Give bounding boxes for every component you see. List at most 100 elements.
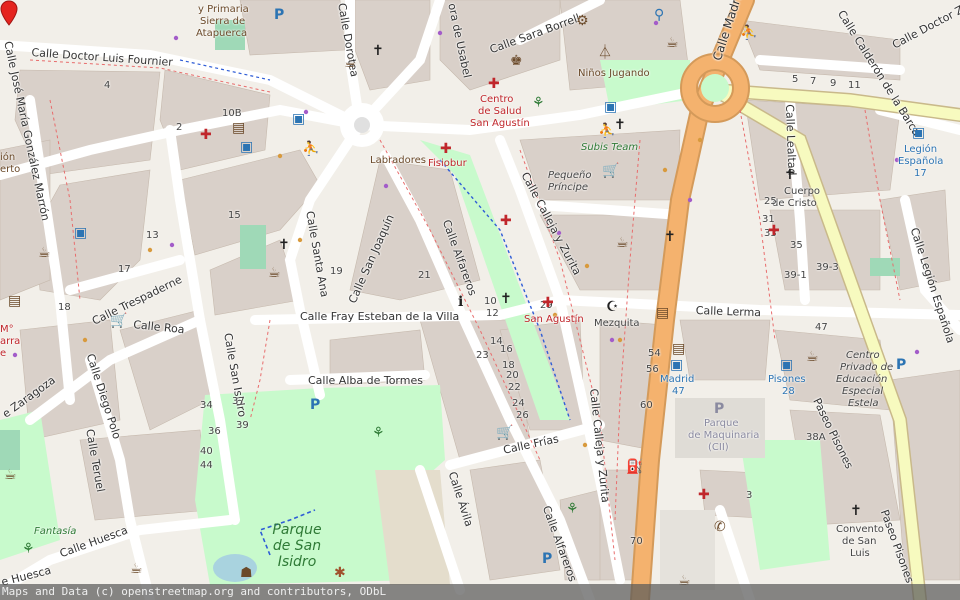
poi-label: San Agustín [470,118,530,129]
shop-icon[interactable]: 🛒 [602,164,619,178]
poi-label: Centro [846,350,880,361]
fuel-station-icon[interactable]: ⛽ [626,460,643,474]
cafe-icon[interactable]: ☕ [130,562,143,576]
playground-icon[interactable]: ⚘ [22,542,35,556]
parking-icon[interactable]: P [542,552,552,566]
shop-icon[interactable]: 🛒 [110,314,127,328]
house-number: 39 [236,420,249,431]
bus-stop-icon[interactable]: ▣ [670,358,683,372]
hospital-icon[interactable]: ✚ [200,128,212,142]
poi-label: Fisiobur [428,158,467,169]
parking-icon[interactable]: P [274,8,284,22]
playground-icon[interactable]: ⚘ [372,426,385,440]
poi-label: Sierra de [200,16,246,27]
poi-label: y Primaria [198,4,249,15]
mosque-icon[interactable]: ☪ [606,300,619,314]
bicycle-icon[interactable]: ⚲ [654,8,664,22]
information-icon[interactable]: i [458,295,463,309]
house-number: 24 [512,398,525,409]
church-icon[interactable]: ✝ [500,292,512,306]
viewpoint-icon[interactable]: ⚙ [576,14,589,28]
hospital-icon[interactable]: ✚ [698,488,710,502]
parking-icon[interactable]: P [310,398,320,412]
house-number: 40 [200,446,213,457]
hospital-icon[interactable]: ✚ [768,224,780,238]
fitness-icon[interactable]: ⛹ [740,26,757,40]
fitness-icon[interactable]: ⛹ [598,124,615,138]
bank-icon[interactable]: ▤ [232,121,245,135]
map-attribution[interactable]: Maps and Data (c) openstreetmap.org and … [0,584,960,600]
church-icon[interactable]: ✝ [278,238,290,252]
poi-label: Niños Jugando [578,68,650,79]
hospital-icon[interactable]: ✚ [440,142,452,156]
hospital-icon[interactable]: ✚ [542,296,554,310]
poi-label: Estela [848,398,879,409]
poi-label: arra [0,336,21,347]
house-number: 44 [200,460,213,471]
house-number: 23 [476,350,489,361]
location-pin-icon[interactable] [0,0,18,26]
museum-icon[interactable]: ⏃ [598,46,612,60]
poi-label: ión [0,152,16,163]
theatre-icon[interactable]: ♚ [510,54,523,68]
street-label: Calle Lealtad [783,104,799,176]
park-name-line: Isidro [277,554,317,570]
cafe-icon[interactable]: ☕ [344,56,357,70]
bus-stop-icon[interactable]: ▣ [912,126,925,140]
poi-label: e [0,348,7,359]
poi-label: Pequeño [548,170,592,181]
bus-stop-icon[interactable]: ▣ [780,358,793,372]
cafe-icon[interactable]: ☕ [268,266,281,280]
house-number: 20 [506,370,519,381]
park-name-line: de San [272,538,322,554]
poi-label: Legión [904,144,938,155]
tree-icon[interactable]: ✱ [334,566,346,580]
church-icon[interactable]: ✝ [372,44,384,58]
poi-label: Pisones [768,374,806,385]
cafe-icon[interactable]: ☕ [38,246,51,260]
picnic-icon[interactable]: ☗ [240,566,253,580]
poi-label: Príncipe [548,182,589,193]
bank-icon[interactable]: ▤ [656,306,669,320]
fitness-icon[interactable]: ⛹ [302,142,319,156]
playground-icon[interactable]: ⚘ [532,96,545,110]
house-number: 9 [830,78,837,89]
poi-label: 17 [914,168,927,179]
hospital-icon[interactable]: ✚ [500,214,512,228]
poi-label: de Cristo [772,198,817,209]
house-number: 19 [330,266,343,277]
playground-icon[interactable]: ⚘ [566,502,579,516]
shop-icon[interactable]: 🛒 [496,426,513,440]
cafe-icon[interactable]: ☕ [666,36,679,50]
house-number: 15 [228,210,241,221]
hospital-icon[interactable]: ✚ [488,77,500,91]
house-number: 39-3 [816,262,839,273]
bank-icon[interactable]: ▤ [672,342,685,356]
bus-stop-icon[interactable]: ▣ [604,100,617,114]
cafe-icon[interactable]: ☕ [616,236,629,250]
poi-label: Convento [836,524,884,535]
poi-label: Especial [842,386,884,397]
poi-label: Cuerpo [784,186,821,197]
bus-stop-icon[interactable]: ▣ [240,140,253,154]
parking-icon[interactable]: P [714,402,724,416]
church-icon[interactable]: ✝ [784,168,796,182]
cafe-icon[interactable]: ☕ [4,468,17,482]
poi-label: Centro [480,94,514,105]
church-icon[interactable]: ✝ [850,504,862,518]
poi-label: Parque [704,418,739,429]
bus-stop-icon[interactable]: ▣ [74,226,87,240]
church-icon[interactable]: ✝ [664,230,676,244]
house-number: 37 [232,396,245,407]
church-icon[interactable]: ✝ [614,118,626,132]
house-number: 54 [648,348,661,359]
bus-stop-icon[interactable]: ▣ [292,112,305,126]
telephone-icon[interactable]: ✆ [714,520,726,534]
cafe-icon[interactable]: ☕ [806,350,819,364]
map-canvas[interactable]: Calle Doctor Luis Fournier Calle José Ma… [0,0,960,600]
house-number: 38A [806,432,826,443]
bank-icon[interactable]: ▤ [8,294,21,308]
parking-icon[interactable]: P [896,358,906,372]
poi-label: Mezquita [594,318,640,329]
park-name: Parque de San Isidro [262,522,332,570]
